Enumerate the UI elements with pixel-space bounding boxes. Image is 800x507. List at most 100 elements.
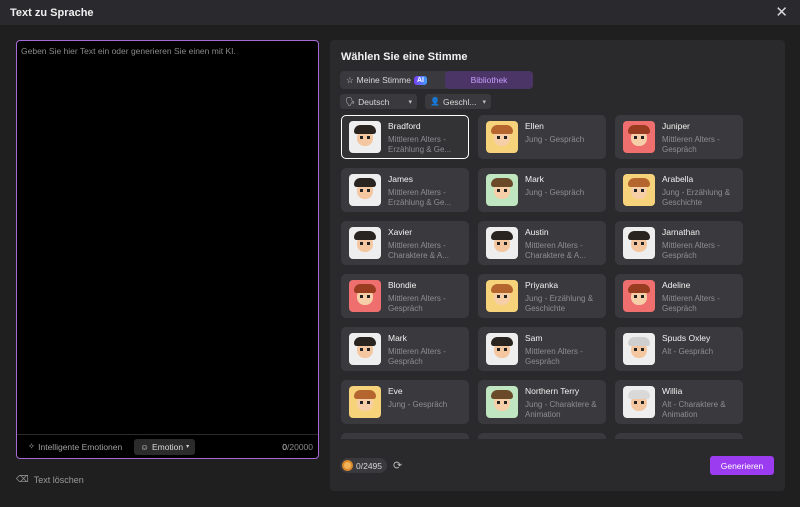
voice-description: Mittleren Alters - Gespräch bbox=[388, 294, 446, 313]
voice-name: Willia bbox=[662, 386, 683, 396]
voice-card[interactable]: Blondie Mittleren Alters - Gespräch bbox=[341, 274, 469, 318]
voice-description: Jung - Gespräch bbox=[388, 400, 448, 409]
close-icon[interactable]: ✕ bbox=[775, 5, 788, 20]
voice-description: Mittleren Alters - Gespräch bbox=[662, 241, 720, 260]
eraser-icon: ⌫ bbox=[16, 474, 29, 484]
voice-name: Spuds Oxley bbox=[662, 333, 711, 343]
voice-card[interactable]: Jarnathan Mittleren Alters - Gespräch bbox=[615, 221, 743, 265]
chevron-down-icon: ▾ bbox=[482, 98, 486, 106]
voice-card[interactable]: Adeline Mittleren Alters - Gespräch bbox=[615, 274, 743, 318]
voice-card[interactable]: Xavier Mittleren Alters - Charaktere & A.… bbox=[341, 221, 469, 265]
language-dropdown[interactable]: 🗣 Deutsch ▾ bbox=[340, 94, 417, 109]
voice-card-text: Adeline Mittleren Alters - Gespräch bbox=[662, 280, 735, 314]
avatar-hair bbox=[628, 124, 650, 134]
avatar-face bbox=[491, 389, 513, 411]
voice-card[interactable]: Arabella Jung - Erzählung & Geschichte bbox=[615, 168, 743, 212]
voice-card[interactable]: Northern Terry Jung - Charaktere & Animat… bbox=[478, 380, 606, 424]
avatar-face bbox=[628, 177, 650, 199]
avatar-face bbox=[491, 283, 513, 305]
avatar-hair bbox=[628, 336, 650, 346]
character-count-max: /20000 bbox=[287, 441, 313, 452]
voice-name: James bbox=[388, 174, 414, 184]
avatar-hair bbox=[628, 230, 650, 240]
voice-card-text: Jarnathan Mittleren Alters - Gespräch bbox=[662, 227, 735, 261]
boy-avatar bbox=[486, 386, 518, 418]
voice-name: Sam bbox=[525, 333, 543, 343]
voice-description: Jung - Charaktere & Animation bbox=[525, 400, 597, 419]
voice-card-text: Spuds Oxley Alt - Gespräch bbox=[662, 333, 713, 367]
voice-card[interactable]: Sam Mittleren Alters - Gespräch bbox=[478, 327, 606, 371]
text-input[interactable] bbox=[17, 41, 318, 435]
voice-card[interactable] bbox=[478, 433, 606, 439]
voice-card[interactable]: Bradford Mittleren Alters - Erzählung & G… bbox=[341, 115, 469, 159]
avatar-face bbox=[354, 124, 376, 146]
voice-name: Austin bbox=[525, 227, 549, 237]
avatar-hair bbox=[354, 124, 376, 134]
voice-description: Mittleren Alters - Gespräch bbox=[525, 347, 583, 366]
emotion-dropdown[interactable]: ☺ Emotion ▾ bbox=[134, 438, 196, 455]
character-counter: 0/20000 bbox=[282, 442, 313, 452]
smiley-icon: ☺ bbox=[140, 441, 149, 452]
voice-card[interactable]: Eve Jung - Gespräch bbox=[341, 380, 469, 424]
voice-card[interactable]: Priyanka Jung - Erzählung & Geschichte bbox=[478, 274, 606, 318]
language-value: Deutsch bbox=[358, 96, 390, 107]
avatar-hair bbox=[628, 283, 650, 293]
chevron-down-icon: ▾ bbox=[186, 444, 190, 450]
avatar-hair bbox=[354, 283, 376, 293]
voice-card[interactable]: Ellen Jung - Gespräch bbox=[478, 115, 606, 159]
credits-badge: 0/2495 bbox=[340, 458, 388, 473]
voice-description: Jung - Erzählung & Geschichte bbox=[525, 294, 594, 313]
voice-description: Alt - Gespräch bbox=[662, 347, 714, 356]
avatar-hair bbox=[354, 230, 376, 240]
gender-value: Geschl... bbox=[442, 96, 477, 107]
tab-my-voice[interactable]: ☆ Meine Stimme AI bbox=[340, 71, 433, 89]
coin-icon bbox=[342, 460, 353, 471]
star-icon: ☆ bbox=[346, 74, 354, 85]
voice-description: Mittleren Alters - Erzählung & Ge... bbox=[388, 188, 452, 207]
generate-button[interactable]: Generieren bbox=[710, 456, 774, 475]
avatar-face bbox=[354, 389, 376, 411]
avatar-face bbox=[628, 124, 650, 146]
tab-library[interactable]: Bibliothek bbox=[445, 71, 533, 89]
language-icon: 🗣 bbox=[345, 97, 356, 106]
man-glasses-avatar bbox=[349, 333, 381, 365]
voice-card-text: Sam Mittleren Alters - Gespräch bbox=[525, 333, 598, 367]
refresh-icon[interactable]: ⟳ bbox=[393, 459, 402, 472]
smart-emotions-button[interactable]: ✧ Intelligente Emotionen bbox=[22, 438, 128, 455]
avatar-face bbox=[628, 389, 650, 411]
voice-card[interactable]: Juniper Mittleren Alters - Gespräch bbox=[615, 115, 743, 159]
voice-card-text: Juniper Mittleren Alters - Gespräch bbox=[662, 121, 735, 155]
voice-name: Priyanka bbox=[525, 280, 559, 290]
clear-text-button[interactable]: ⌫ Text löschen bbox=[16, 474, 84, 485]
voice-card[interactable]: James Mittleren Alters - Erzählung & Ge..… bbox=[341, 168, 469, 212]
voice-name: Blondie bbox=[388, 280, 417, 290]
elder-man-avatar bbox=[623, 333, 655, 365]
voice-card-text: Blondie Mittleren Alters - Gespräch bbox=[388, 280, 461, 314]
girl-avatar bbox=[349, 386, 381, 418]
title-bar: Text zu Sprache ✕ bbox=[0, 0, 800, 25]
voice-card[interactable] bbox=[341, 433, 469, 439]
elder-woman-avatar bbox=[623, 386, 655, 418]
voice-card[interactable]: Willia Alt - Charaktere & Animation bbox=[615, 380, 743, 424]
voice-card[interactable]: Spuds Oxley Alt - Gespräch bbox=[615, 327, 743, 371]
man-glasses-avatar bbox=[486, 333, 518, 365]
voice-card[interactable]: Mark Mittleren Alters - Gespräch bbox=[341, 327, 469, 371]
man-glasses-avatar bbox=[623, 227, 655, 259]
man-glasses-avatar bbox=[349, 174, 381, 206]
text-editor: ✧ Intelligente Emotionen ☺ Emotion ▾ 0/2… bbox=[16, 40, 319, 459]
avatar-hair bbox=[628, 389, 650, 399]
window-title: Text zu Sprache bbox=[10, 6, 94, 19]
avatar-face bbox=[628, 336, 650, 358]
sparkle-icon: ✧ bbox=[28, 441, 36, 451]
voice-card[interactable] bbox=[615, 433, 743, 439]
voice-panel: Wählen Sie eine Stimme ☆ Meine Stimme AI… bbox=[330, 40, 785, 491]
voice-name: Ellen bbox=[525, 121, 544, 131]
voice-description: Jung - Gespräch bbox=[525, 188, 585, 197]
voice-card[interactable]: Mark Jung - Gespräch bbox=[478, 168, 606, 212]
voice-description: Mittleren Alters - Charaktere & A... bbox=[525, 241, 586, 260]
voice-card[interactable]: Austin Mittleren Alters - Charaktere & A.… bbox=[478, 221, 606, 265]
voice-card-text: Mark Jung - Gespräch bbox=[525, 174, 584, 208]
tab-library-label: Bibliothek bbox=[470, 75, 508, 85]
gender-dropdown[interactable]: 👤 Geschl... ▾ bbox=[425, 94, 491, 109]
avatar-hair bbox=[491, 177, 513, 187]
